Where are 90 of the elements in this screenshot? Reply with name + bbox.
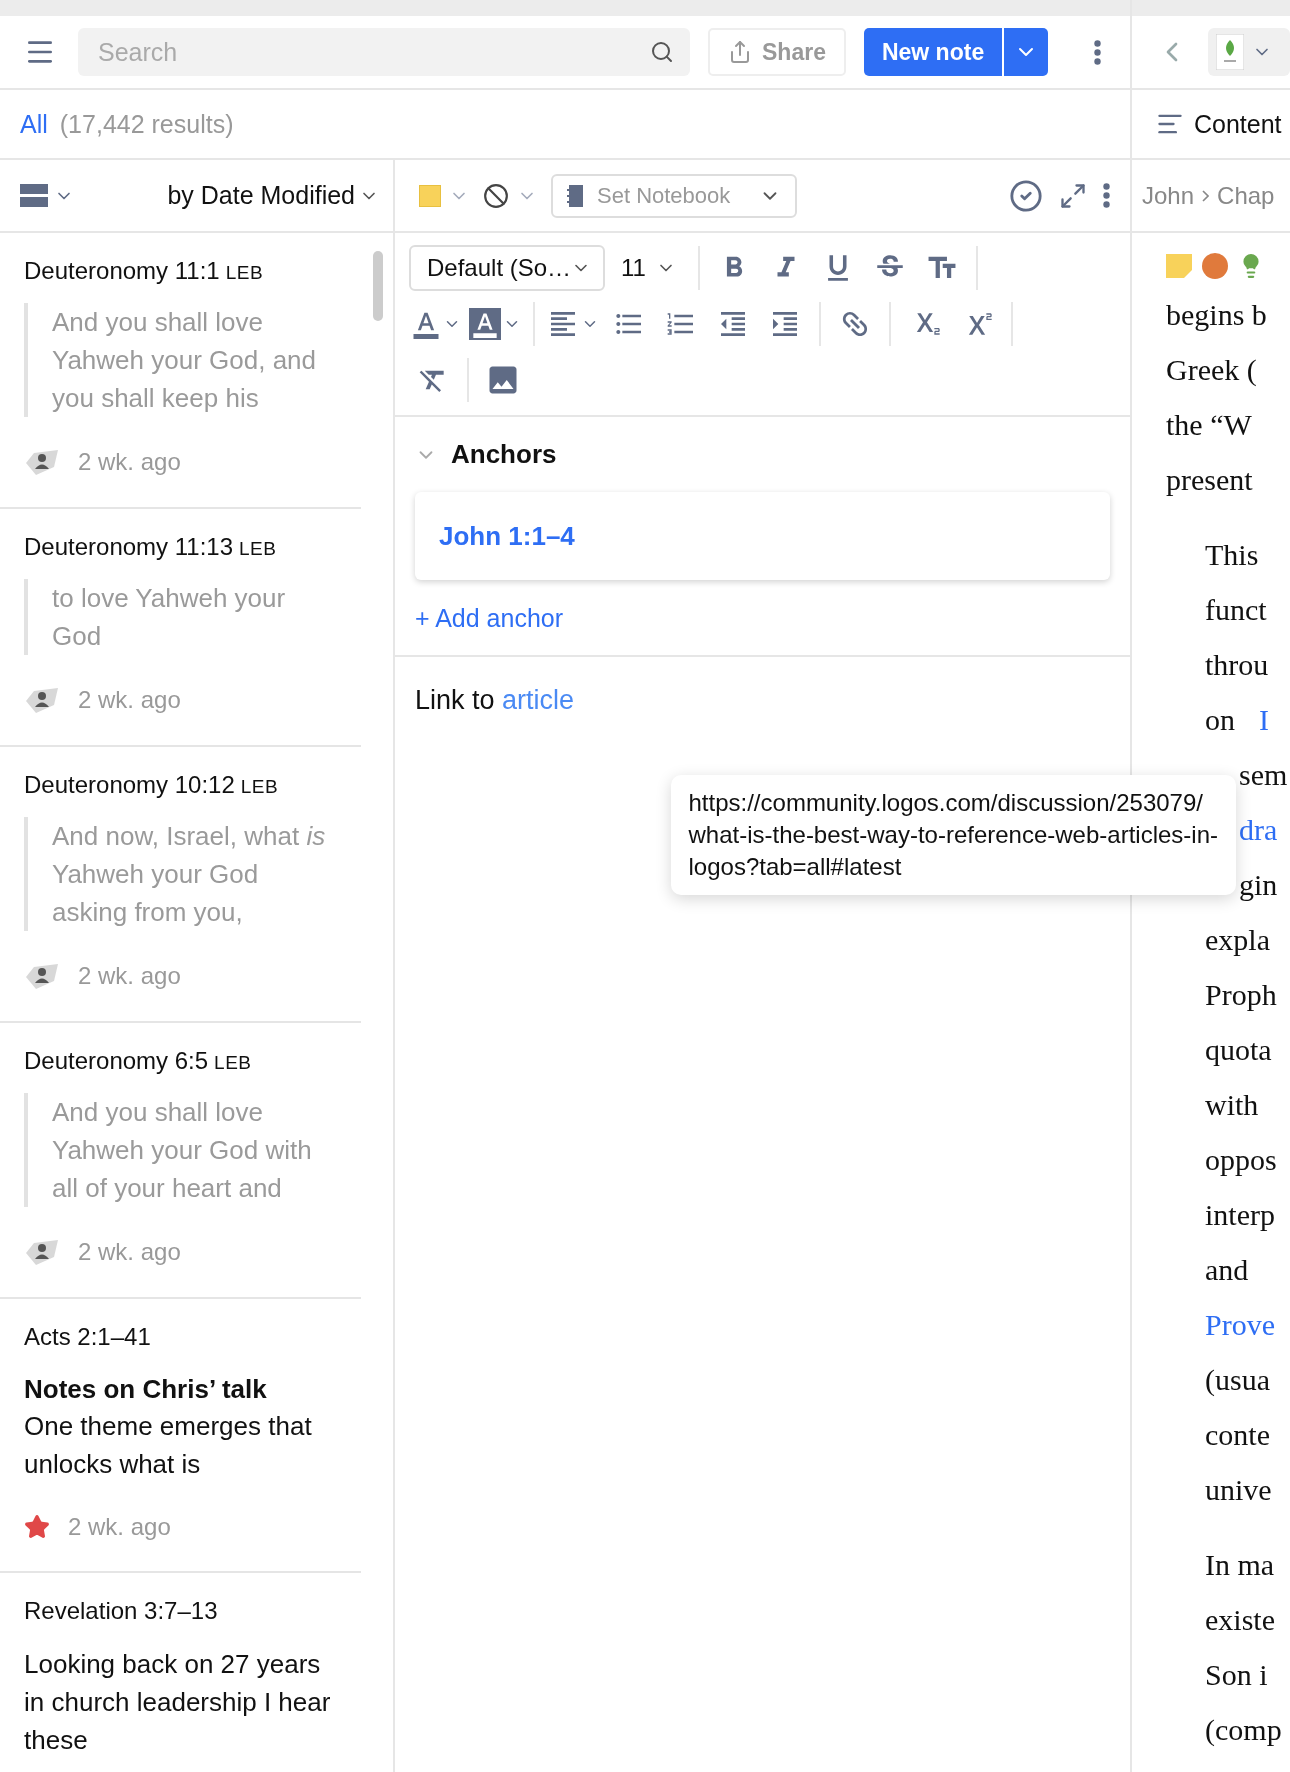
user-badge-icon [24,685,60,715]
article-link[interactable]: article [502,685,575,715]
anchors-toggle[interactable]: Anchors [415,439,557,470]
reader-text: existe [1205,1603,1275,1636]
reader-link[interactable]: I [1259,703,1269,736]
circle-icon [1202,253,1228,279]
sort-dropdown[interactable]: by Date Modified [167,181,379,210]
note-item[interactable]: Revelation 3:7–13 Looking back on 27 years in church leadership I hear these [0,1573,361,1772]
note-reference: Deuteronomy 11:1 LEB [24,256,265,286]
check-circle-icon [1009,178,1043,213]
font-select[interactable]: Default (So… [409,245,605,291]
ban-icon [483,182,509,209]
user-badge-icon [24,961,60,991]
reader-link[interactable]: Prove [1205,1308,1275,1341]
contents-tab[interactable]: Content [1132,90,1290,160]
verse-quote: And you shall love Yahweh your God, and you shall keep his [24,303,337,417]
note-reference: Deuteronomy 6:5 LEB [24,1046,253,1076]
result-count: (17,442 results) [59,109,234,139]
reader-text: unive [1205,1473,1272,1506]
user-badge-icon [24,447,60,477]
note-reference: Deuteronomy 11:13 LEB [24,532,278,562]
view-mode-icon [20,183,48,208]
note-reference: Revelation 3:7–13 [24,1596,219,1626]
notebook-select[interactable]: Set Notebook [551,173,797,218]
more-icon [1094,39,1102,65]
note-icon [1166,254,1192,278]
note-text: Link to article [415,685,576,716]
modified-time: 2 wk. ago [78,448,181,476]
reader-text: In ma [1205,1548,1275,1581]
reader-text: on [1205,703,1235,736]
link-tooltip: https://community.logos.com/discussion/253079/ what-is-the-best-way-to-reference-web-articles-in- logos?tab=all#latest [670,775,1236,895]
note-item[interactable]: Deuteronomy 6:5 LEB And you shall love Yahweh your God with all of your heart and 2 wk. ago [0,1023,361,1299]
verse-quote: And you shall love Yahweh your God with all of your heart and [24,1093,337,1207]
modified-time: 2 wk. ago [78,962,181,990]
reader-text: quota [1205,1033,1272,1066]
note-item[interactable]: Acts 2:1–41 Notes on Chris’ talk One theme emerges that unlocks what is 2 wk. ago [0,1299,361,1573]
reader-text: oppos [1205,1143,1277,1176]
chevron-icon [1202,189,1210,202]
modified-time: 2 wk. ago [68,1513,171,1541]
breadcrumb-link[interactable]: John [1142,181,1195,210]
color-swatch [419,184,441,207]
reader-text: expla [1205,923,1270,956]
reader-text: funct [1205,593,1267,626]
note-reference: Deuteronomy 10:12 LEB [24,770,280,800]
note-reference: Acts 2:1–41 [24,1322,152,1352]
modified-time: 2 wk. ago [78,1238,181,1266]
reader-text: present [1166,463,1253,496]
more-icon [1103,183,1110,208]
scrollbar[interactable] [373,251,383,321]
verse-quote: And now, Israel, what is Yahweh your God asking from you, [24,817,337,931]
reader-text: the “W [1166,408,1252,441]
new-note-button[interactable]: New note [863,28,1003,76]
reader-text: conte [1205,1418,1270,1451]
expand-icon [1059,181,1087,210]
reader-text: (comp [1205,1713,1282,1746]
notebook-icon [567,183,585,208]
user-badge-icon [24,1237,60,1267]
modified-time: 2 wk. ago [78,686,181,714]
note-item[interactable]: Deuteronomy 10:12 LEB And now, Israel, what is Yahweh your God asking from you, 2 wk. ago [0,747,361,1023]
add-anchor-link[interactable]: + Add anchor [415,604,564,633]
verse-quote: to love Yahweh your God [24,579,337,655]
reader-text: and [1205,1253,1249,1286]
scope-link[interactable]: All [20,109,48,139]
share-button[interactable]: Share [708,28,846,76]
reader-text: Son i [1205,1658,1268,1691]
reader-link[interactable]: dra [1239,813,1278,846]
note-title: Notes on Chris’ talk [24,1373,268,1406]
reader-text: This [1205,538,1259,571]
reader-text: with [1205,1088,1259,1121]
reader-text: interp [1205,1198,1275,1231]
font-size-select[interactable]: 11 [609,245,688,291]
share-icon [728,40,752,64]
reader-text: begins b [1166,298,1267,331]
reader-text: throu [1205,648,1269,681]
reader-text: Greek ( [1166,353,1257,386]
search-field[interactable]: Search [78,28,690,76]
breadcrumb-link[interactable]: Chap [1217,181,1275,210]
anchor-link[interactable]: John 1:1–4 [439,520,575,552]
reader-text: sem [1239,758,1288,791]
note-item[interactable]: Deuteronomy 11:1 LEB And you shall love Yahweh your God, and you shall keep his 2 wk. ago [0,233,361,509]
note-text: Looking back on 27 years in church leadership I hear these [24,1648,332,1757]
note-item[interactable]: Deuteronomy 11:13 LEB to love Yahweh your God 2 wk. ago [0,509,361,747]
reader-text: (usua [1205,1363,1270,1396]
reader-text: gin [1239,868,1278,901]
new-note-dropdown[interactable] [1002,28,1049,76]
note-text: One theme emerges that unlocks what is [24,1410,313,1481]
reader-text: Proph [1205,978,1277,1011]
search-icon[interactable] [650,40,674,64]
resource-select[interactable] [1208,28,1290,76]
star-icon [24,1514,50,1540]
